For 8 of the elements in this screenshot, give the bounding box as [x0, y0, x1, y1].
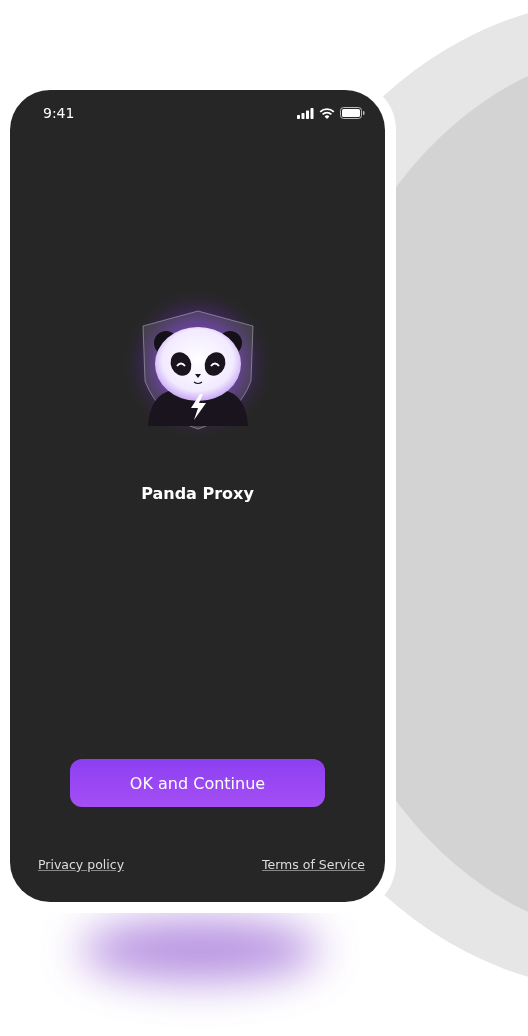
footer-link[interactable]: Terms of Service	[262, 857, 365, 872]
battery-icon	[340, 107, 365, 119]
app-name: Panda Proxy	[141, 484, 254, 503]
footer-link[interactable]: Privacy policy	[38, 857, 125, 872]
wifi-icon	[319, 107, 335, 119]
status-time: 9:41	[42, 105, 75, 121]
continue-button[interactable]: OK and Continue	[70, 759, 325, 807]
signal-icon	[297, 107, 314, 119]
